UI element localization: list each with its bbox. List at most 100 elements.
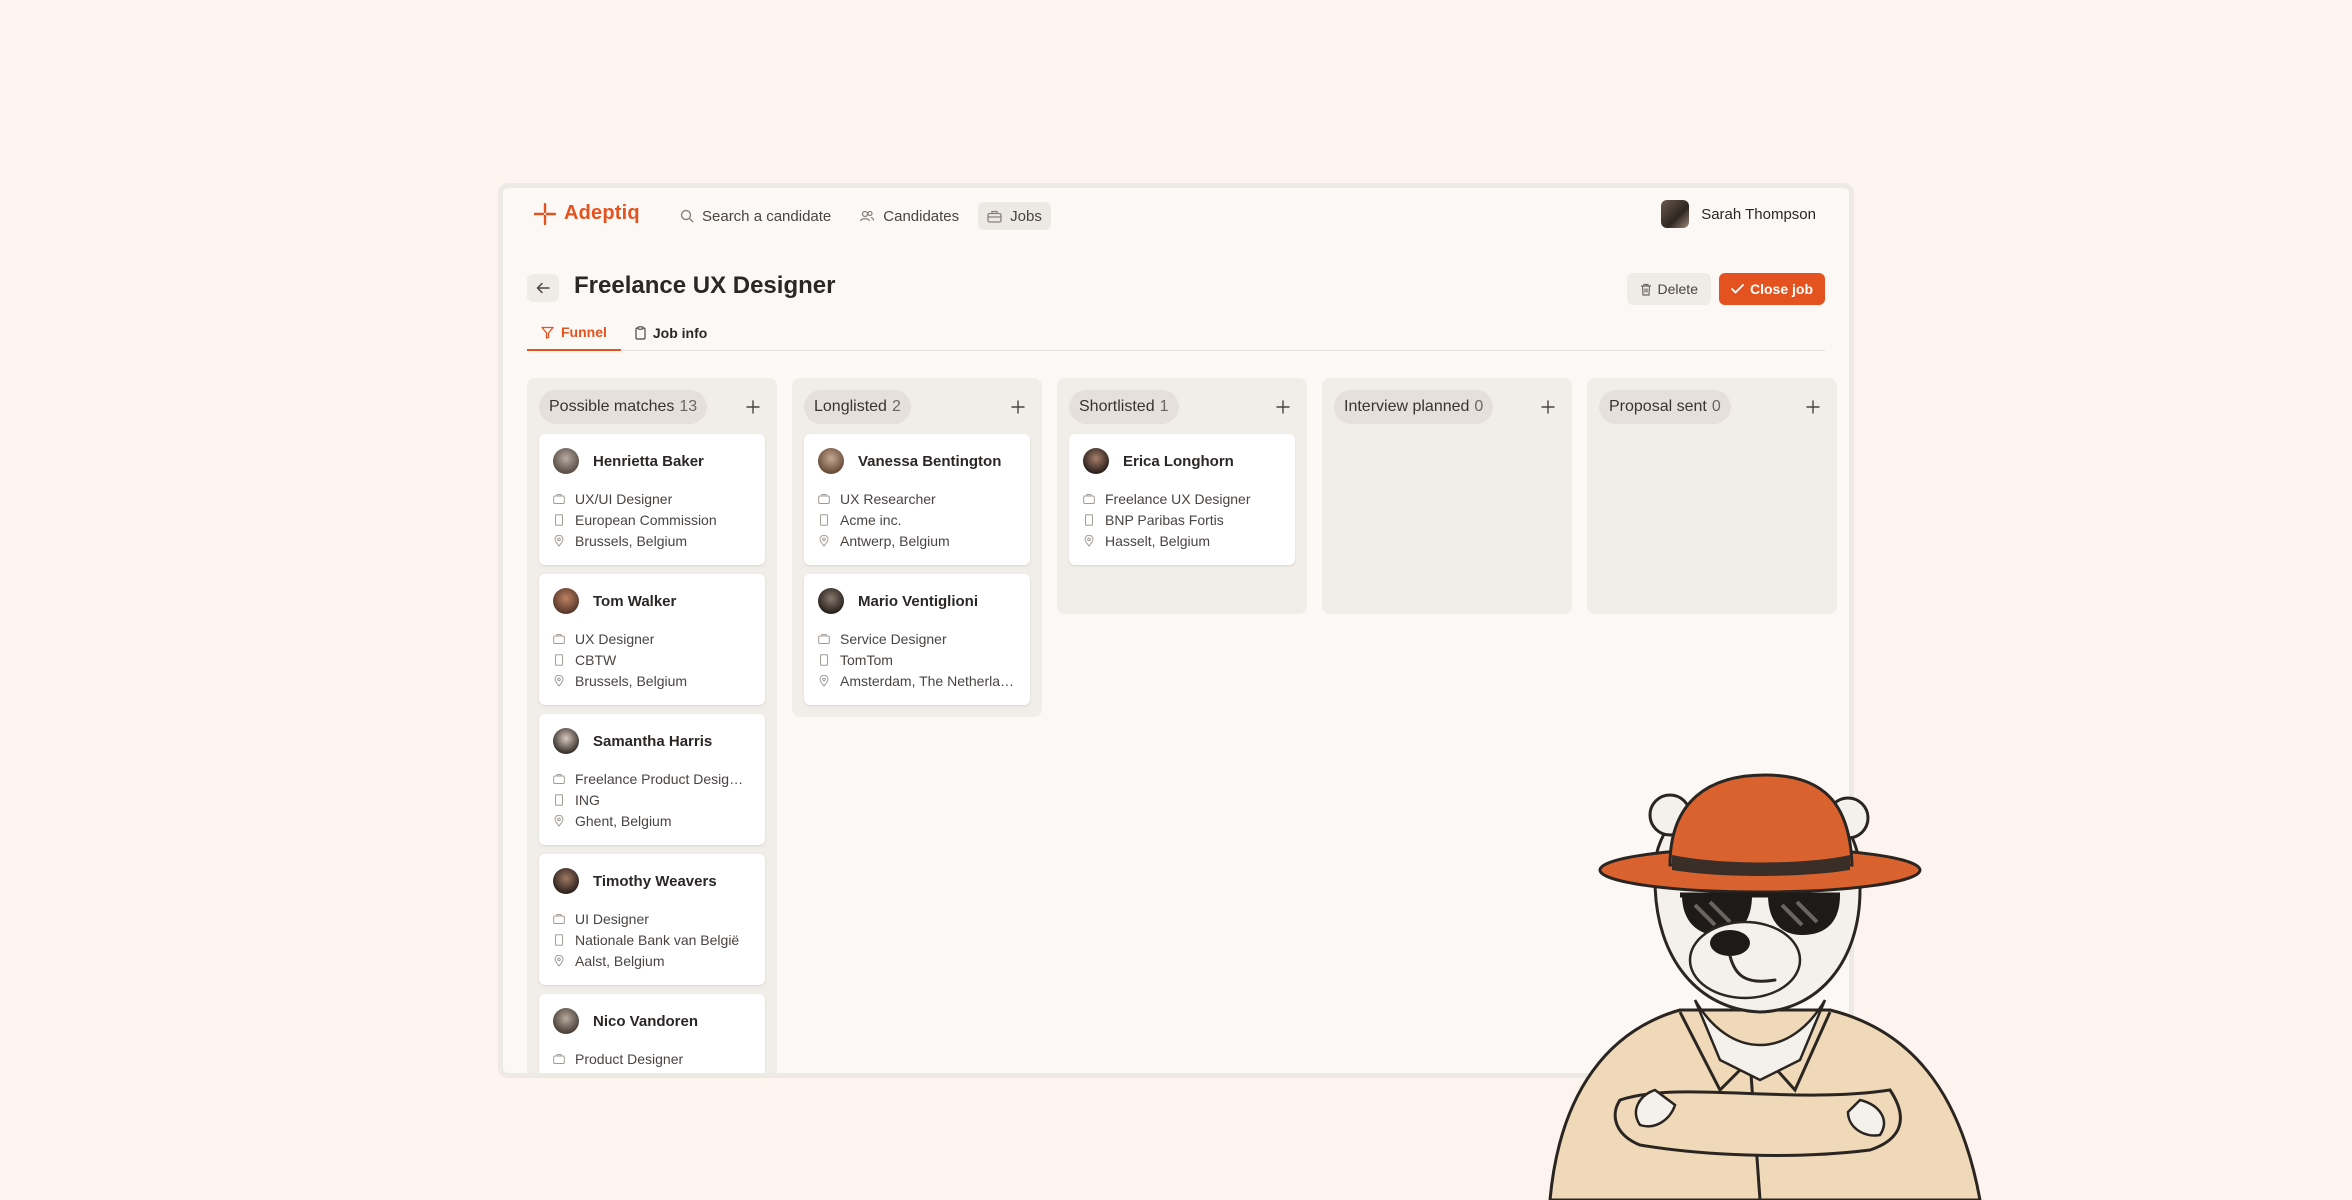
search-icon: [680, 209, 694, 223]
add-candidate-button[interactable]: [1536, 395, 1560, 419]
plus-icon: [1541, 400, 1555, 414]
candidate-role: Freelance UX Designer: [1105, 490, 1251, 507]
candidate-company: Nationale Bank van België: [575, 931, 740, 948]
briefcase-icon: [1083, 493, 1095, 504]
add-candidate-button[interactable]: [1006, 395, 1030, 419]
tab-label: Job info: [652, 325, 708, 341]
candidate-name: Mario Ventiglioni: [858, 592, 979, 610]
candidate-role: UI Designer: [575, 910, 649, 927]
page-title: Freelance UX Designer: [574, 272, 836, 299]
location-pin-icon: [554, 534, 564, 547]
building-icon: [555, 933, 563, 946]
briefcase-icon: [553, 773, 565, 784]
briefcase-icon: [553, 1053, 565, 1064]
candidate-avatar: [553, 728, 579, 754]
candidate-card[interactable]: Nico Vandoren Product Designer: [539, 994, 765, 1073]
plus-icon: [746, 400, 760, 414]
nav-jobs[interactable]: Jobs: [978, 202, 1051, 230]
app-name: Adeptiq: [564, 202, 640, 224]
header-actions: Delete Close job: [1626, 273, 1825, 305]
column-proposal-sent: Proposal sent 0: [1587, 378, 1837, 614]
briefcase-icon: [818, 633, 830, 644]
column-count: 2: [891, 398, 901, 415]
main-nav: Search a candidate Candidates Jobs: [671, 202, 1051, 230]
column-possible-matches: Possible matches 13 Henrietta Baker UX/U…: [527, 378, 777, 1073]
column-title-text: Proposal sent: [1609, 398, 1707, 415]
building-icon: [555, 653, 563, 666]
candidate-location: Brussels, Belgium: [575, 672, 688, 689]
candidate-card[interactable]: Tom Walker UX Designer CBTW Brussels, Be…: [539, 574, 765, 705]
candidate-avatar: [1083, 448, 1109, 474]
tab-funnel[interactable]: Funnel: [527, 315, 621, 351]
briefcase-icon: [987, 210, 1002, 223]
candidate-location: Aalst, Belgium: [575, 952, 665, 969]
candidate-card[interactable]: Erica Longhorn Freelance UX Designer BNP…: [1069, 434, 1295, 565]
column-title-text: Interview planned: [1344, 398, 1470, 415]
candidate-name: Vanessa Bentington: [858, 452, 1002, 470]
candidate-avatar: [553, 448, 579, 474]
briefcase-icon: [553, 913, 565, 924]
location-pin-icon: [1084, 534, 1094, 547]
column-title: Possible matches 13: [539, 390, 708, 424]
user-menu[interactable]: Sarah Thompson: [1661, 200, 1816, 228]
candidate-role: UX Designer: [575, 630, 655, 647]
location-pin-icon: [819, 534, 829, 547]
column-interview-planned: Interview planned 0: [1322, 378, 1572, 614]
candidate-card[interactable]: Henrietta Baker UX/UI Designer European …: [539, 434, 765, 565]
column-count: 1: [1159, 398, 1169, 415]
avatar: [1661, 200, 1690, 228]
candidate-company: CBTW: [575, 651, 617, 668]
candidate-avatar: [553, 868, 579, 894]
building-icon: [820, 653, 828, 666]
close-job-button[interactable]: Close job: [1718, 273, 1825, 305]
arrow-left-icon: [536, 282, 550, 294]
candidate-location: Antwerp, Belgium: [840, 532, 950, 549]
nav-search-candidate[interactable]: Search a candidate: [671, 202, 840, 230]
candidate-role: Product Designer: [575, 1050, 684, 1067]
add-candidate-button[interactable]: [1801, 395, 1825, 419]
candidate-card[interactable]: Samantha Harris Freelance Product Desig……: [539, 714, 765, 845]
nav-label: Search a candidate: [702, 207, 832, 225]
candidate-card[interactable]: Vanessa Bentington UX Researcher Acme in…: [804, 434, 1030, 565]
nav-label: Candidates: [883, 207, 960, 225]
briefcase-icon: [818, 493, 830, 504]
candidate-role: Service Designer: [840, 630, 947, 647]
check-icon: [1731, 284, 1744, 294]
delete-button[interactable]: Delete: [1626, 273, 1711, 305]
column-title: Longlisted 2: [804, 390, 911, 424]
candidate-card[interactable]: Timothy Weavers UI Designer Nationale Ba…: [539, 854, 765, 985]
candidate-name: Erica Longhorn: [1123, 452, 1234, 470]
column-count: 0: [1474, 398, 1484, 415]
location-pin-icon: [819, 674, 829, 687]
briefcase-icon: [553, 493, 565, 504]
candidate-avatar: [553, 588, 579, 614]
candidate-name: Tom Walker: [593, 592, 677, 610]
plus-icon: [1276, 400, 1290, 414]
candidate-company: BNP Paribas Fortis: [1105, 511, 1224, 528]
nav-candidates[interactable]: Candidates: [850, 202, 968, 230]
candidate-name: Timothy Weavers: [593, 872, 717, 890]
app-logo[interactable]: Adeptiq: [534, 202, 640, 225]
plus-icon: [1806, 400, 1820, 414]
location-pin-icon: [554, 674, 564, 687]
bear-mascot-illustration: [1548, 773, 1982, 1200]
column-title-text: Longlisted: [814, 398, 887, 415]
candidate-name: Nico Vandoren: [593, 1012, 699, 1030]
candidate-company: ING: [575, 791, 600, 808]
add-candidate-button[interactable]: [741, 395, 765, 419]
candidate-avatar: [818, 588, 844, 614]
column-title: Interview planned 0: [1334, 390, 1494, 424]
clipboard-icon: [635, 326, 646, 340]
location-pin-icon: [554, 814, 564, 827]
add-candidate-button[interactable]: [1271, 395, 1295, 419]
back-button[interactable]: [527, 274, 559, 302]
column-count: 0: [1711, 398, 1721, 415]
candidate-location: Ghent, Belgium: [575, 812, 672, 829]
location-pin-icon: [554, 954, 564, 967]
tab-job-info[interactable]: Job info: [621, 315, 721, 351]
column-title-text: Shortlisted: [1079, 398, 1155, 415]
trash-icon: [1640, 283, 1651, 296]
column-title: Shortlisted 1: [1069, 390, 1179, 424]
candidate-company: European Commission: [575, 511, 717, 528]
candidate-card[interactable]: Mario Ventiglioni Service Designer TomTo…: [804, 574, 1030, 705]
